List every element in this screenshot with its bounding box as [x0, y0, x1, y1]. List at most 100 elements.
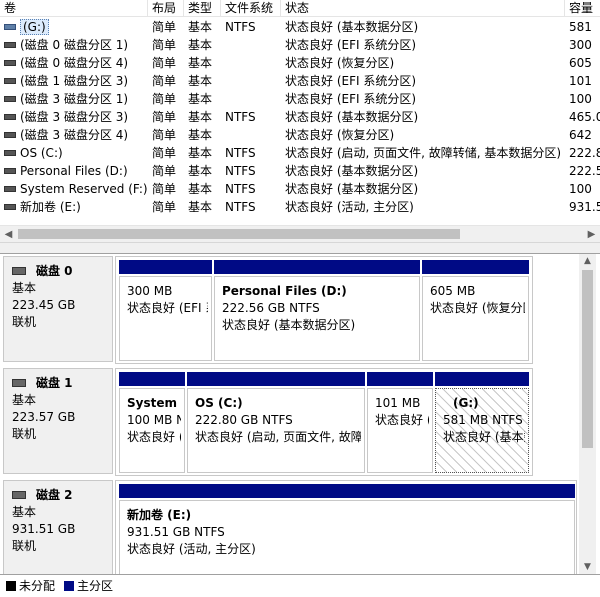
volume-filesystem: NTFS: [225, 164, 256, 178]
disk-layout-pane: 磁盘 0 基本 223.45 GB 联机 300 MB 状态良好 (EFI 系统…: [0, 254, 600, 574]
volume-type: 基本: [188, 56, 213, 70]
primary-partition-bar: [187, 372, 365, 386]
partition-block[interactable]: 605 MB 状态良好 (恢复分区): [422, 260, 529, 361]
volume-type: 基本: [188, 110, 213, 124]
table-row[interactable]: Personal Files (D:) 简单 基本 NTFS 状态良好 (基本数…: [0, 162, 600, 180]
volume-icon: [4, 167, 16, 174]
unallocated-swatch: [6, 580, 16, 591]
volume-icon: [4, 41, 16, 48]
column-header-volume[interactable]: 卷: [0, 0, 148, 17]
volume-layout: 简单: [152, 74, 177, 88]
partition-block[interactable]: System Reserved (F:) 100 MB NTFS 状态良好 (基…: [119, 372, 185, 473]
scroll-right-icon[interactable]: ▶: [583, 226, 600, 242]
horizontal-scrollbar[interactable]: ◀ ▶: [0, 225, 600, 242]
disk-info-1[interactable]: 磁盘 1 基本 223.57 GB 联机: [3, 368, 113, 474]
volume-filesystem: NTFS: [225, 200, 256, 214]
volume-icon: [4, 149, 16, 156]
volume-layout: 简单: [152, 110, 177, 124]
disk-size: 223.45 GB: [12, 298, 76, 312]
volume-icon: [4, 95, 16, 102]
volume-layout: 简单: [152, 182, 177, 196]
table-row[interactable]: (磁盘 3 磁盘分区 3) 简单 基本 NTFS 状态良好 (基本数据分区) 4…: [0, 108, 600, 126]
column-header-capacity[interactable]: 容量: [565, 0, 600, 17]
legend-unallocated-label: 未分配: [19, 579, 56, 593]
table-row[interactable]: (磁盘 0 磁盘分区 4) 简单 基本 状态良好 (恢复分区) 605: [0, 54, 600, 72]
volume-status: 状态良好 (基本数据分区): [285, 164, 419, 178]
partition-label: OS (C:): [195, 396, 243, 410]
volume-type: 基本: [188, 20, 213, 34]
disk-info-0[interactable]: 磁盘 0 基本 223.45 GB 联机: [3, 256, 113, 362]
partition-block[interactable]: 101 MB 状态良好 (EFI 系统分区): [367, 372, 433, 473]
volume-capacity: 581: [569, 20, 592, 34]
volume-name: (磁盘 3 磁盘分区 3): [20, 110, 129, 124]
scroll-down-icon[interactable]: ▼: [579, 560, 596, 574]
volume-layout: 简单: [152, 146, 177, 160]
partition-status: 状态良好 (EFI 系统分区): [127, 301, 208, 315]
pane-splitter[interactable]: [0, 242, 600, 254]
table-row[interactable]: 新加卷 (E:) 简单 基本 NTFS 状态良好 (活动, 主分区) 931.5: [0, 198, 600, 216]
table-row[interactable]: (磁盘 3 磁盘分区 4) 简单 基本 状态良好 (恢复分区) 642: [0, 126, 600, 144]
partition-block-selected[interactable]: (G:) 581 MB NTFS 状态良好 (基本数据分区): [435, 372, 529, 473]
scroll-up-icon[interactable]: ▲: [579, 254, 596, 268]
scroll-left-icon[interactable]: ◀: [0, 226, 17, 242]
partition-block[interactable]: 300 MB 状态良好 (EFI 系统分区): [119, 260, 212, 361]
partition-status: 状态良好 (基本数据分区): [127, 430, 181, 444]
disk-state: 联机: [12, 315, 37, 329]
vertical-scrollbar[interactable]: ▲ ▼: [579, 254, 596, 574]
volume-capacity: 100: [569, 92, 592, 106]
partition-label: (G:): [453, 396, 479, 410]
volume-name: Personal Files (D:): [20, 164, 128, 178]
disk-partitions-2: 新加卷 (E:) 931.51 GB NTFS 状态良好 (活动, 主分区): [115, 480, 577, 574]
volume-layout: 简单: [152, 164, 177, 178]
volume-type: 基本: [188, 146, 213, 160]
table-row[interactable]: (G:) 简单 基本 NTFS 状态良好 (基本数据分区) 581: [0, 18, 600, 36]
partition-size: 100 MB NTFS: [127, 413, 181, 427]
horizontal-scroll-thumb[interactable]: [18, 229, 460, 239]
disk-state: 联机: [12, 427, 37, 441]
table-row[interactable]: OS (C:) 简单 基本 NTFS 状态良好 (启动, 页面文件, 故障转储,…: [0, 144, 600, 162]
volume-layout: 简单: [152, 56, 177, 70]
disk-name: 磁盘 0: [36, 264, 73, 278]
column-header-status[interactable]: 状态: [281, 0, 565, 17]
primary-partition-swatch: [64, 580, 74, 591]
volume-capacity: 642: [569, 128, 592, 142]
volume-layout: 简单: [152, 38, 177, 52]
hard-disk-icon: [12, 266, 26, 275]
column-header-type[interactable]: 类型: [184, 0, 221, 17]
volume-icon: [4, 113, 16, 120]
table-row[interactable]: (磁盘 3 磁盘分区 1) 简单 基本 状态良好 (EFI 系统分区) 100: [0, 90, 600, 108]
table-row[interactable]: System Reserved (F:) 简单 基本 NTFS 状态良好 (基本…: [0, 180, 600, 198]
volume-list[interactable]: 卷 布局 类型 文件系统 状态 容量 (G:) 简单 基本 NTFS 状态良好 …: [0, 0, 600, 242]
primary-partition-bar: [119, 484, 575, 498]
volume-name: (磁盘 0 磁盘分区 4): [20, 56, 129, 70]
column-header-filesystem[interactable]: 文件系统: [221, 0, 281, 17]
disk-info-2[interactable]: 磁盘 2 基本 931.51 GB 联机: [3, 480, 113, 574]
partition-block[interactable]: OS (C:) 222.80 GB NTFS 状态良好 (启动, 页面文件, 故…: [187, 372, 365, 473]
volume-filesystem: [225, 126, 281, 144]
partition-size: 605 MB: [430, 284, 476, 298]
disk-row-2: 磁盘 2 基本 931.51 GB 联机 新加卷 (E:) 931.51 GB …: [0, 478, 578, 574]
volume-filesystem: NTFS: [225, 20, 256, 34]
disk-partitions-1: System Reserved (F:) 100 MB NTFS 状态良好 (基…: [115, 368, 533, 476]
volume-capacity: 100: [569, 182, 592, 196]
volume-status: 状态良好 (启动, 页面文件, 故障转储, 基本数据分区): [285, 146, 562, 160]
disk-name: 磁盘 1: [36, 376, 73, 390]
volume-type: 基本: [188, 92, 213, 106]
volume-name: OS (C:): [20, 146, 63, 160]
table-row[interactable]: (磁盘 0 磁盘分区 1) 简单 基本 状态良好 (EFI 系统分区) 300: [0, 36, 600, 54]
vertical-scroll-thumb[interactable]: [582, 270, 593, 448]
volume-filesystem: NTFS: [225, 110, 256, 124]
column-header-layout[interactable]: 布局: [148, 0, 184, 17]
partition-block[interactable]: 新加卷 (E:) 931.51 GB NTFS 状态良好 (活动, 主分区): [119, 484, 575, 574]
volume-capacity: 101: [569, 74, 592, 88]
partition-block[interactable]: Personal Files (D:) 222.56 GB NTFS 状态良好 …: [214, 260, 420, 361]
volume-capacity: 300: [569, 38, 592, 52]
volume-icon: [4, 203, 16, 210]
volume-layout: 简单: [152, 92, 177, 106]
volume-rows: (G:) 简单 基本 NTFS 状态良好 (基本数据分区) 581 (磁盘 0 …: [0, 18, 600, 216]
primary-partition-bar: [422, 260, 529, 274]
partition-size: 581 MB NTFS: [443, 413, 523, 427]
partition-status: 状态良好 (启动, 页面文件, 故障转储, 基本数据分区): [195, 430, 361, 444]
table-row[interactable]: (磁盘 1 磁盘分区 3) 简单 基本 状态良好 (EFI 系统分区) 101: [0, 72, 600, 90]
volume-filesystem: NTFS: [225, 146, 256, 160]
